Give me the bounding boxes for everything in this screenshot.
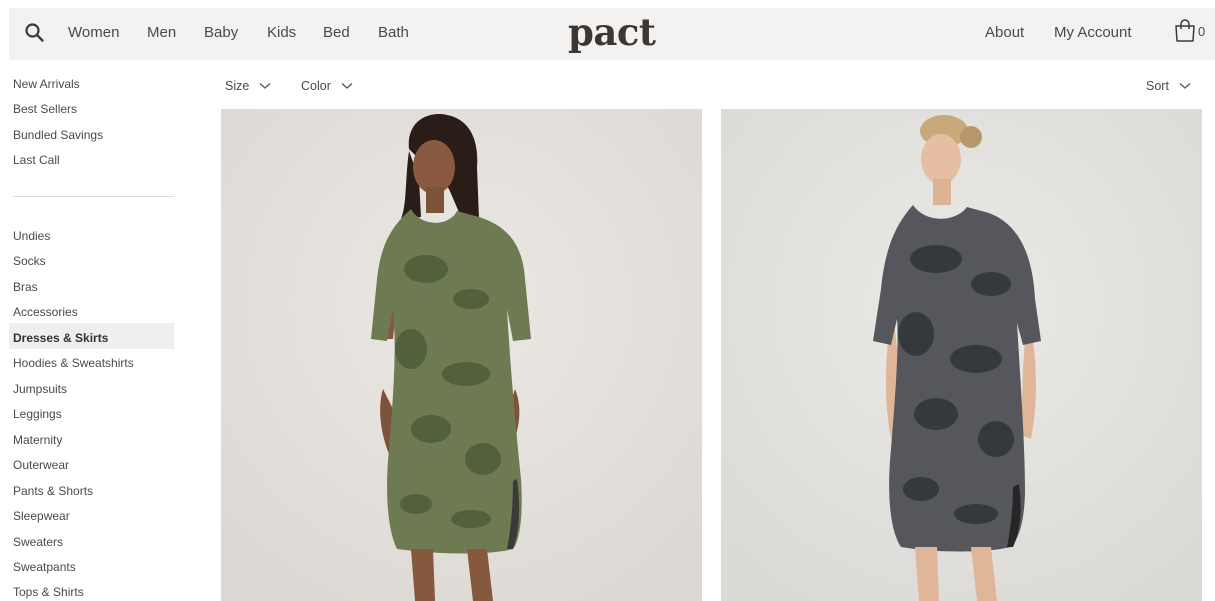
sidebar-item-dresses-skirts[interactable]: Dresses & Skirts xyxy=(13,330,108,346)
sidebar-item-pants-shorts[interactable]: Pants & Shorts xyxy=(13,483,93,499)
search-icon[interactable] xyxy=(23,21,47,45)
sidebar-item-accessories[interactable]: Accessories xyxy=(13,304,78,320)
size-filter-dropdown[interactable]: Size xyxy=(225,78,271,94)
color-filter-label: Color xyxy=(301,79,331,93)
site-header: Women Men Baby Kids Bed Bath pact About … xyxy=(9,8,1215,60)
chevron-down-icon xyxy=(259,83,271,89)
nav-men[interactable]: Men xyxy=(147,24,176,42)
nav-bed[interactable]: Bed xyxy=(323,24,350,42)
chevron-down-icon xyxy=(341,83,353,89)
product-image-olive-dress[interactable] xyxy=(221,109,702,601)
nav-about[interactable]: About xyxy=(985,24,1024,42)
sidebar-item-bras[interactable]: Bras xyxy=(13,279,38,295)
sidebar-item-hoodies-sweatshirts[interactable]: Hoodies & Sweatshirts xyxy=(13,355,134,371)
chevron-down-icon xyxy=(1179,83,1191,89)
sidebar-item-last-call[interactable]: Last Call xyxy=(13,152,60,168)
size-filter-label: Size xyxy=(225,79,250,93)
product-image-charcoal-dress[interactable] xyxy=(721,109,1202,601)
sidebar-item-socks[interactable]: Socks xyxy=(13,253,46,269)
sort-dropdown[interactable]: Sort xyxy=(1146,78,1191,94)
cart-count: 0 xyxy=(1198,24,1206,39)
sidebar-item-bundled-savings[interactable]: Bundled Savings xyxy=(13,127,103,143)
sidebar-item-best-sellers[interactable]: Best Sellers xyxy=(13,101,77,117)
color-filter-dropdown[interactable]: Color xyxy=(301,78,353,94)
sidebar-item-new-arrivals[interactable]: New Arrivals xyxy=(13,76,80,92)
sidebar-item-sleepwear[interactable]: Sleepwear xyxy=(13,508,70,524)
sidebar-item-outerwear[interactable]: Outerwear xyxy=(13,457,69,473)
sidebar-divider xyxy=(13,196,174,197)
sidebar-item-sweatpants[interactable]: Sweatpants xyxy=(13,559,76,575)
sidebar-item-maternity[interactable]: Maternity xyxy=(13,432,62,448)
nav-kids[interactable]: Kids xyxy=(267,24,296,42)
shopping-bag-icon[interactable] xyxy=(1174,19,1196,48)
sidebar-item-leggings[interactable]: Leggings xyxy=(13,406,62,422)
nav-bath[interactable]: Bath xyxy=(378,24,409,42)
brand-logo[interactable]: pact xyxy=(568,10,656,54)
sort-label: Sort xyxy=(1146,79,1169,93)
sidebar-item-tops-shirts[interactable]: Tops & Shirts xyxy=(13,584,84,600)
nav-baby[interactable]: Baby xyxy=(204,24,238,42)
sidebar-item-undies[interactable]: Undies xyxy=(13,228,50,244)
sidebar-item-sweaters[interactable]: Sweaters xyxy=(13,534,63,550)
nav-my-account[interactable]: My Account xyxy=(1054,24,1132,42)
nav-women[interactable]: Women xyxy=(68,24,119,42)
sidebar-item-jumpsuits[interactable]: Jumpsuits xyxy=(13,381,67,397)
